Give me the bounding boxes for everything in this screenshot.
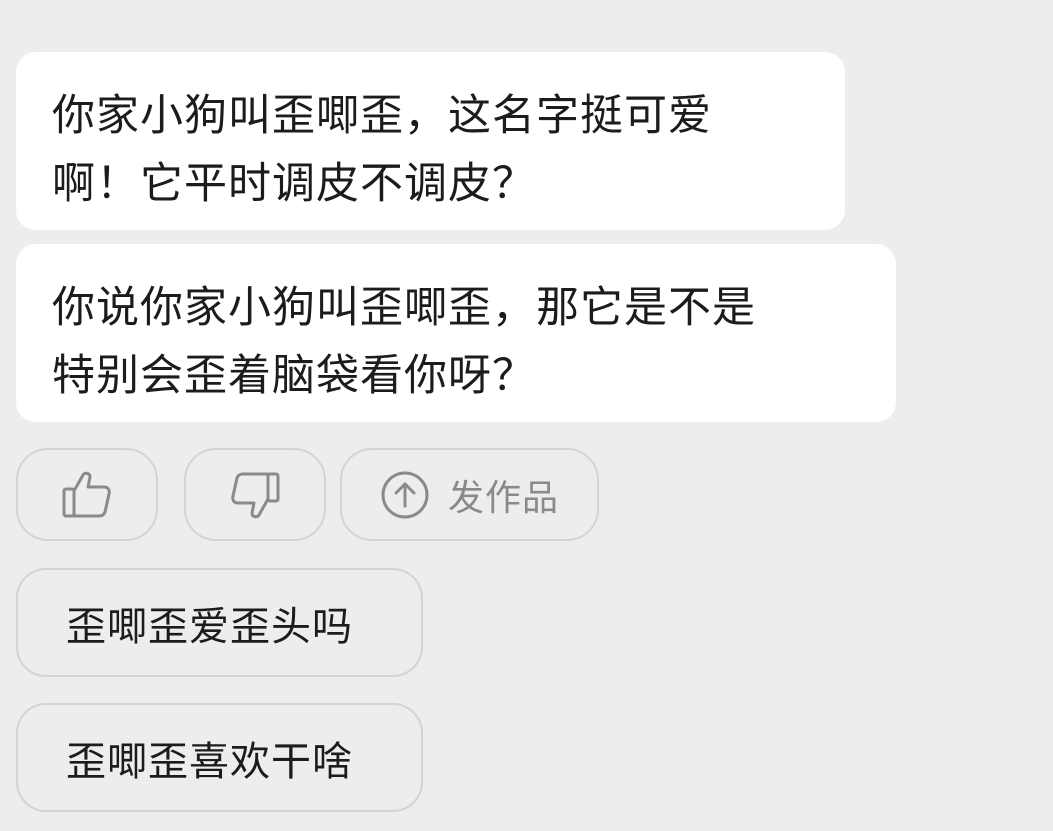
thumbs-down-icon: [229, 469, 281, 521]
message-text-line: 啊！它平时调皮不调皮？: [52, 159, 536, 209]
message-text-line: 你家小狗叫歪唧歪，这名字挺可爱: [52, 91, 712, 141]
like-button[interactable]: [16, 448, 158, 541]
ai-message-bubble-1: 你家小狗叫歪唧歪，这名字挺可爱 啊！它平时调皮不调皮？: [16, 52, 845, 230]
dislike-button[interactable]: [184, 448, 326, 541]
publish-work-label: 发作品: [448, 477, 560, 519]
ai-message-bubble-2: 你说你家小狗叫歪唧歪，那它是不是 特别会歪着脑袋看你呀？: [16, 244, 896, 422]
arrow-up-circle-icon: [380, 470, 430, 520]
message-text-line: 特别会歪着脑袋看你呀？: [52, 351, 536, 401]
message-text-line: 你说你家小狗叫歪唧歪，那它是不是: [52, 283, 756, 333]
suggested-question-chip[interactable]: 歪唧歪喜欢干啥: [16, 703, 423, 812]
publish-work-button[interactable]: 发作品: [340, 448, 599, 541]
thumbs-up-icon: [61, 469, 113, 521]
suggested-question-chip[interactable]: 歪唧歪爱歪头吗: [16, 568, 423, 677]
